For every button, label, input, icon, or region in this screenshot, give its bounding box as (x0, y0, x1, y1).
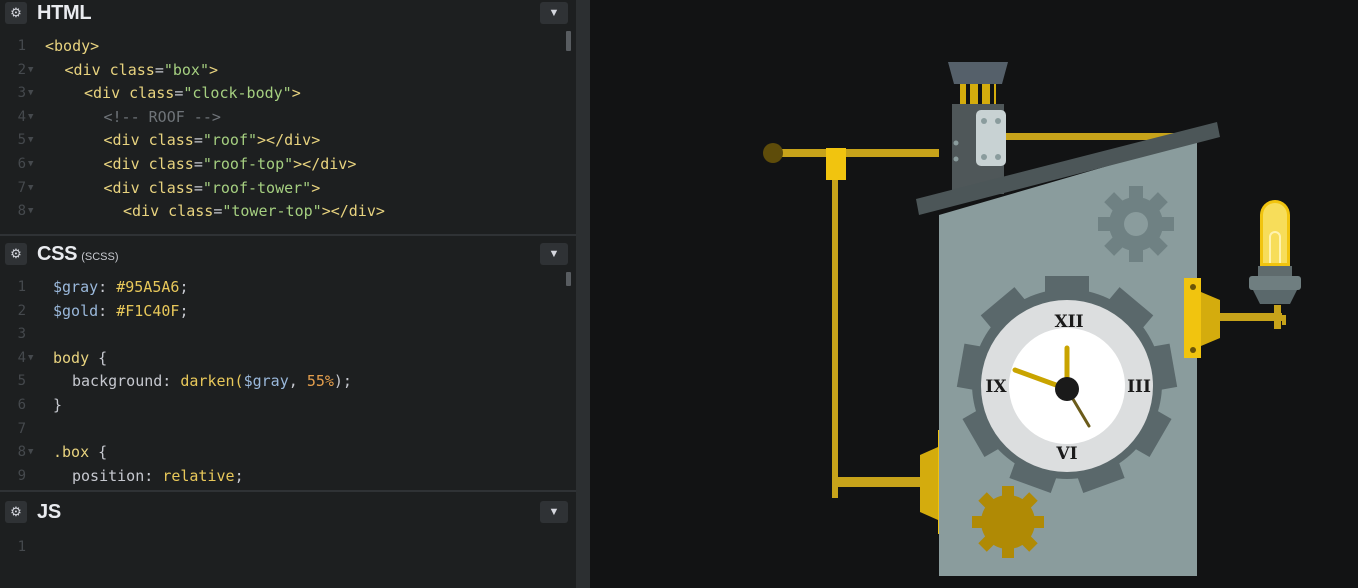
html-editor-panel: ⚙ HTML ▼ 1 <body> 2 ▼ <div class="box"> 3 ▼ <di… (0, 0, 576, 230)
gold-gear (972, 486, 1044, 558)
line-number: 7 (17, 420, 26, 437)
code-line[interactable]: 9 position: relative; (0, 465, 576, 488)
codepen-app: ⚙ HTML ▼ 1 <body> 2 ▼ <div class="box"> 3 ▼ <di… (0, 0, 1358, 588)
line-number: 3 (17, 85, 26, 102)
code-line[interactable]: 8 ▼ <div class="tower-top"></div> (0, 200, 576, 224)
gear-icon[interactable]: ⚙ (5, 243, 27, 265)
line-number: 5 (17, 373, 26, 390)
clock-face: XII IX III VI (981, 300, 1153, 472)
css-editor-panel: ⚙ CSS (SCSS) ▼ 1 $gray: #95A5A6; 2 $gold: #… (0, 234, 576, 488)
gear-icon[interactable]: ⚙ (5, 2, 27, 24)
clock-illustration: XII IX III VI (763, 62, 1301, 576)
code-text: <div class="box"> (64, 60, 219, 79)
clock-center (1055, 377, 1079, 401)
code-text: body { (53, 348, 108, 367)
line-number: 6 (17, 396, 26, 413)
code-line[interactable]: 7 (0, 418, 576, 442)
css-code-area[interactable]: 1 $gray: #95A5A6; 2 $gold: #F1C40F; 3 4 ▼ body … (0, 276, 576, 488)
lightbulb (1249, 200, 1301, 304)
small-gear (1098, 186, 1174, 262)
numeral-xii: XII (1054, 312, 1083, 332)
line-number: 8 (17, 444, 26, 461)
js-editor-panel: ⚙ JS ▼ 1 (0, 490, 576, 588)
code-text: <div class="tower-top"></div> (123, 202, 385, 221)
fold-arrow-icon[interactable]: ▼ (28, 347, 33, 371)
code-line[interactable]: 3 (0, 323, 576, 347)
line-number: 9 (17, 467, 26, 484)
code-text: background: darken($gray, 55%); (72, 372, 352, 391)
code-line[interactable]: 5 ▼ <div class="roof"></div> (0, 129, 576, 153)
line-number: 1 (17, 279, 26, 295)
roof-tower (948, 62, 1008, 194)
line-number: 8 (17, 203, 26, 220)
chevron-down-icon[interactable]: ▼ (540, 2, 568, 24)
line-number: 1 (17, 38, 26, 54)
code-text: <div class="clock-body"> (84, 84, 301, 103)
code-text: } (53, 395, 63, 414)
html-scrollbar[interactable] (566, 31, 571, 51)
code-line[interactable]: 3 ▼ <div class="clock-body"> (0, 82, 576, 106)
code-text: <!-- ROOF --> (103, 107, 221, 126)
line-number: 4 (17, 349, 26, 366)
html-panel-title: HTML (37, 1, 92, 24)
code-text: <div class="roof"></div> (103, 131, 321, 150)
fold-arrow-icon[interactable]: ▼ (28, 200, 33, 224)
line-number: 7 (17, 179, 26, 196)
line-number: 3 (17, 326, 26, 343)
resize-handle[interactable] (576, 0, 590, 588)
html-code-area[interactable]: 1 <body> 2 ▼ <div class="box"> 3 ▼ <div class="… (0, 35, 576, 224)
code-text: <div class="roof-tower"> (103, 178, 321, 197)
line-number: 2 (17, 302, 26, 319)
fold-arrow-icon[interactable]: ▼ (28, 59, 33, 83)
js-code-area[interactable]: 1 (0, 536, 576, 560)
line-number: 2 (17, 61, 26, 78)
css-scrollbar[interactable] (566, 272, 571, 286)
line-number: 4 (17, 108, 26, 125)
code-line[interactable]: 5 background: darken($gray, 55%); (0, 370, 576, 394)
editor-column: ⚙ HTML ▼ 1 <body> 2 ▼ <div class="box"> 3 ▼ <di… (0, 0, 576, 588)
code-line[interactable]: 2 $gold: #F1C40F; (0, 300, 576, 324)
code-text: $gray: #95A5A6; (53, 278, 189, 296)
css-panel-title: CSS (37, 242, 78, 265)
chevron-down-icon[interactable]: ▼ (540, 501, 568, 523)
line-number: 1 (17, 539, 26, 555)
gear-icon[interactable]: ⚙ (5, 501, 27, 523)
line-number: 5 (17, 132, 26, 149)
code-text: .box { (53, 443, 108, 462)
code-text: <body> (45, 37, 100, 55)
preview-pane: XII IX III VI (590, 0, 1358, 588)
pipe-knob (763, 143, 783, 163)
css-panel-subtitle: (SCSS) (81, 250, 119, 263)
fold-arrow-icon[interactable]: ▼ (28, 177, 33, 201)
line-number: 6 (17, 155, 26, 172)
code-line[interactable]: 7 ▼ <div class="roof-tower"> (0, 177, 576, 201)
code-text: position: relative; (72, 466, 244, 485)
html-panel-header: ⚙ HTML ▼ (0, 0, 576, 26)
code-line[interactable]: 6 ▼ <div class="roof-top"></div> (0, 153, 576, 177)
chevron-down-icon[interactable]: ▼ (540, 243, 568, 265)
code-line[interactable]: 4 ▼ <!-- ROOF --> (0, 106, 576, 130)
fold-arrow-icon[interactable]: ▼ (28, 82, 33, 106)
code-text: <div class="roof-top"></div> (103, 154, 357, 173)
fold-arrow-icon[interactable]: ▼ (28, 106, 33, 130)
fold-arrow-icon[interactable]: ▼ (28, 129, 33, 153)
numeral-ix: IX (985, 377, 1007, 397)
fold-arrow-icon[interactable]: ▼ (28, 153, 33, 177)
js-panel-header: ⚙ JS ▼ (0, 499, 576, 525)
code-text: $gold: #F1C40F; (53, 301, 189, 320)
code-line[interactable]: 1 (0, 536, 576, 560)
code-line[interactable]: 1 $gray: #95A5A6; (0, 276, 576, 300)
code-line[interactable]: 1 <body> (0, 35, 576, 59)
code-line[interactable]: 2 ▼ <div class="box"> (0, 59, 576, 83)
numeral-iii: III (1127, 377, 1151, 397)
css-panel-header: ⚙ CSS (SCSS) ▼ (0, 241, 576, 267)
code-line[interactable]: 8 ▼ .box { (0, 441, 576, 465)
code-line[interactable]: 4 ▼ body { (0, 347, 576, 371)
js-panel-title: JS (37, 500, 61, 523)
code-line[interactable]: 6} (0, 394, 576, 418)
numeral-vi: VI (1055, 444, 1077, 464)
fold-arrow-icon[interactable]: ▼ (28, 441, 33, 465)
